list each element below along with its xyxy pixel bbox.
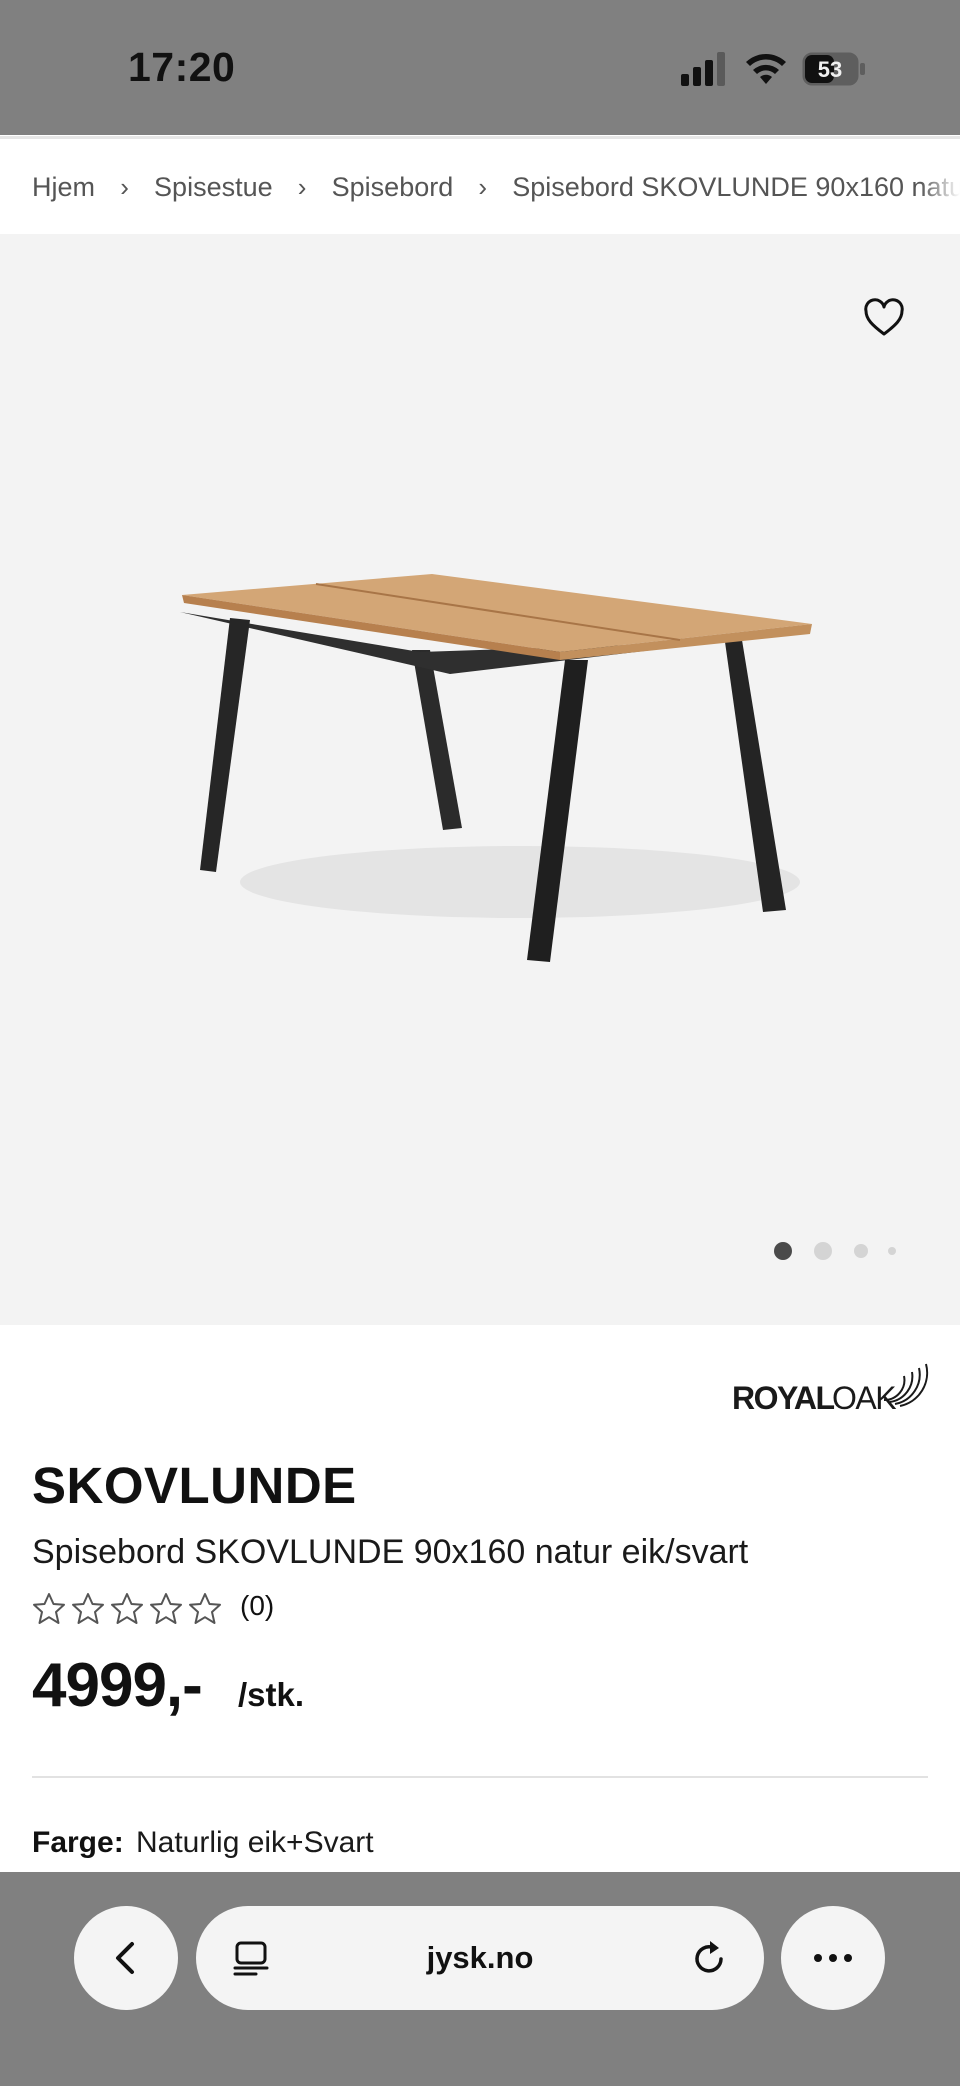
signal-icon — [681, 52, 725, 86]
back-button[interactable] — [74, 1906, 178, 2010]
battery-icon: 53 — [802, 52, 865, 86]
divider — [32, 1776, 928, 1778]
brand-logo: ROYAL OAK — [732, 1363, 929, 1416]
pagination-dot-active[interactable] — [774, 1242, 792, 1260]
pagination-dot[interactable] — [854, 1244, 868, 1258]
star-icon — [72, 1593, 104, 1624]
heart-icon[interactable] — [862, 296, 906, 340]
product-subtitle: Spisebord SKOVLUNDE 90x160 natur eik/sva… — [32, 1533, 749, 1571]
star-icon — [33, 1593, 65, 1624]
more-button[interactable] — [781, 1906, 885, 2010]
product-title: SKOVLUNDE — [32, 1457, 357, 1514]
address-bar[interactable]: jysk.no — [196, 1906, 764, 2010]
svg-text:ROYAL: ROYAL — [732, 1380, 835, 1416]
breadcrumb-separator: › — [120, 172, 129, 203]
breadcrumb-fade — [920, 139, 960, 234]
breadcrumb-separator: › — [297, 172, 307, 203]
breadcrumb-home[interactable]: Hjem — [32, 172, 95, 203]
wifi-icon — [746, 54, 786, 84]
pagination-dot[interactable] — [814, 1242, 832, 1260]
star-icon — [150, 1593, 182, 1624]
review-count[interactable]: (0) — [240, 1590, 274, 1622]
status-time: 17:20 — [128, 44, 236, 90]
battery-level: 53 — [818, 57, 842, 82]
color-label: Farge: — [32, 1826, 124, 1859]
price-unit: /stk. — [238, 1676, 305, 1713]
status-bar: 17:20 53 — [0, 0, 960, 135]
star-icon — [189, 1593, 221, 1624]
product-image — [180, 574, 812, 962]
breadcrumb-current: Spisebord SKOVLUNDE 90x160 natur — [512, 172, 960, 203]
breadcrumb-dining-room[interactable]: Spisestue — [154, 172, 273, 203]
chevron-left-icon — [116, 1942, 134, 1974]
breadcrumb-dining-tables[interactable]: Spisebord — [332, 172, 454, 203]
svg-text:OAK: OAK — [832, 1380, 896, 1416]
more-icon — [814, 1954, 852, 1962]
breadcrumb-separator: › — [478, 172, 488, 203]
color-value: Naturlig eik+Svart — [136, 1826, 374, 1859]
product-price: 4999,- — [32, 1651, 203, 1720]
pagination-dot[interactable] — [888, 1247, 896, 1255]
breadcrumb: Hjem › Spisestue › Spisebord › Spisebord… — [0, 136, 960, 234]
reload-icon[interactable] — [690, 1938, 730, 1978]
star-icon — [111, 1593, 143, 1624]
url-text[interactable]: jysk.no — [196, 1940, 764, 1976]
